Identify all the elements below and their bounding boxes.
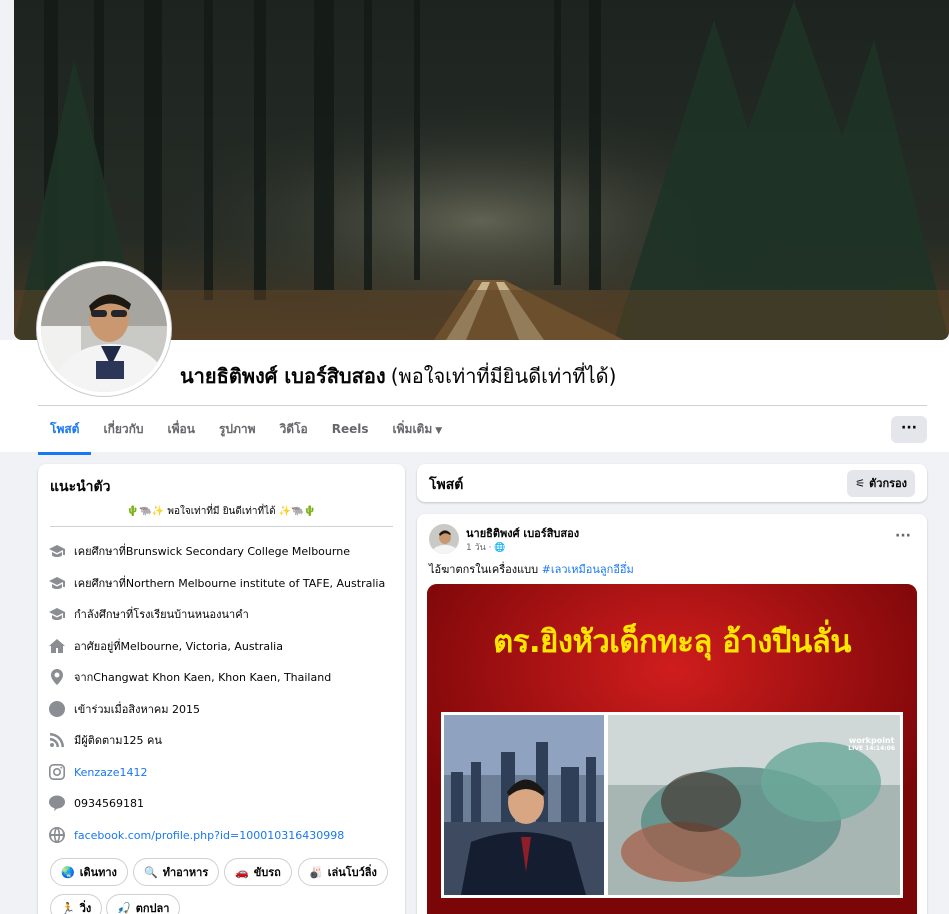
home-icon bbox=[48, 637, 66, 655]
rss-icon bbox=[48, 731, 66, 749]
info-row-education-1: เคยศึกษาที่ Brunswick Secondary College … bbox=[48, 542, 350, 560]
info-row-from: จาก Changwat Khon Kaen, Khon Kaen, Thail… bbox=[48, 668, 331, 686]
tab-videos[interactable]: วิดีโอ bbox=[268, 410, 320, 452]
hobby-running[interactable]: 🏃 วิ่ง bbox=[50, 894, 103, 914]
profile-name-row: นายธิติพงศ์ เบอร์สิบสอง (พอใจเท่าที่มียิ… bbox=[180, 360, 616, 392]
location-pin-icon bbox=[48, 668, 66, 686]
info-row-education-2: เคยศึกษาที่ Northern Melbourne institute… bbox=[48, 574, 385, 592]
instagram-icon bbox=[48, 763, 66, 781]
tab-friends[interactable]: เพื่อน bbox=[156, 410, 207, 452]
profile-tabs: โพสต์ เกี่ยวกับ เพื่อน รูปภาพ วิดีโอ Ree… bbox=[38, 410, 455, 455]
intro-divider bbox=[50, 526, 393, 527]
avatar-photo bbox=[41, 266, 167, 392]
tab-photos[interactable]: รูปภาพ bbox=[207, 410, 268, 452]
hobby-bowling[interactable]: 🎳 เล่นโบว์ลิ่ง bbox=[298, 858, 388, 886]
tab-posts[interactable]: โพสต์ bbox=[38, 410, 92, 455]
posts-title: โพสต์ bbox=[429, 477, 464, 493]
post-hashtag[interactable]: #เลวเหมือนลูกอีอึ่ม bbox=[542, 563, 634, 576]
profile-avatar[interactable] bbox=[37, 262, 171, 396]
post-text: ไอ้ฆาตกรในเครื่องแบบ #เลวเหมือนลูกอีอึ่ม bbox=[429, 563, 634, 576]
hobby-cooking[interactable]: 🔍 ทำอาหาร bbox=[133, 858, 220, 886]
post-author-avatar[interactable] bbox=[429, 524, 459, 554]
info-row-joined: เข้าร่วมเมื่อ สิงหาคม 2015 bbox=[48, 700, 200, 718]
graduation-cap-icon bbox=[48, 605, 66, 623]
info-row-instagram[interactable]: Kenzaze1412 bbox=[48, 763, 147, 781]
info-row-followers[interactable]: มีผู้ติดตาม 125 คน bbox=[48, 731, 162, 749]
profile-nickname: (พอใจเท่าที่มียินดีเท่าที่ได้) bbox=[390, 364, 617, 388]
globe-icon: 🌐 bbox=[494, 543, 506, 553]
caret-down-icon: ▼ bbox=[435, 426, 443, 436]
news-video-frame bbox=[441, 712, 903, 898]
globe-icon bbox=[48, 826, 66, 844]
hobby-driving[interactable]: 🚗 ขับรถ bbox=[224, 858, 292, 886]
news-headline: ตร.ยิงหัวเด็กทะลุ อ้างปืนลั่น bbox=[493, 624, 851, 660]
tab-about[interactable]: เกี่ยวกับ bbox=[91, 410, 155, 452]
header-divider bbox=[38, 405, 927, 406]
intro-title: แนะนำตัว bbox=[50, 479, 111, 495]
post-meta: 1 วัน · 🌐 bbox=[466, 543, 506, 553]
channel-logo: workpoint LIVE 14:14:06 bbox=[848, 736, 895, 752]
info-row-education-3: กำลังศึกษาที่ โรงเรียนบ้านหนองนาคำ bbox=[48, 605, 249, 623]
graduation-cap-icon bbox=[48, 542, 66, 560]
hobby-travel[interactable]: 🌏 เดินทาง bbox=[50, 858, 128, 886]
sliders-icon: ⚟ bbox=[855, 477, 870, 490]
clock-icon bbox=[48, 700, 66, 718]
more-options-button[interactable]: ··· bbox=[891, 416, 927, 443]
post-card: นายธิติพงศ์ เบอร์สิบสอง 1 วัน · 🌐 ··· ไอ… bbox=[417, 514, 927, 914]
post-image[interactable]: ตร.ยิงหัวเด็กทะลุ อ้างปืนลั่น workpoint … bbox=[427, 584, 917, 914]
profile-name: นายธิติพงศ์ เบอร์สิบสอง bbox=[180, 364, 386, 388]
info-row-website[interactable]: facebook.com/profile.php?id=100010316430… bbox=[48, 826, 344, 844]
intro-bio: 🌵🐃✨ พอใจเท่าที่มี ยินดีเท่าที่ได้ ✨🐃🌵 bbox=[126, 506, 317, 517]
hobby-fishing[interactable]: 🎣 ตกปลา bbox=[106, 894, 181, 914]
filter-button[interactable]: ⚟ ตัวกรอง bbox=[847, 470, 915, 497]
tab-reels[interactable]: Reels bbox=[320, 410, 381, 452]
intro-card: แนะนำตัว 🌵🐃✨ พอใจเท่าที่มี ยินดีเท่าที่ไ… bbox=[38, 464, 405, 914]
info-row-lives-in: อาศัยอยู่ที่ Melbourne, Victoria, Austra… bbox=[48, 637, 283, 655]
posts-header: โพสต์ ⚟ ตัวกรอง bbox=[417, 464, 927, 502]
graduation-cap-icon bbox=[48, 574, 66, 592]
info-row-line: 0934569181 bbox=[48, 794, 144, 812]
line-icon bbox=[48, 794, 66, 812]
tab-more[interactable]: เพิ่มเติม ▼ bbox=[381, 410, 455, 452]
post-options-button[interactable]: ··· bbox=[895, 528, 911, 544]
